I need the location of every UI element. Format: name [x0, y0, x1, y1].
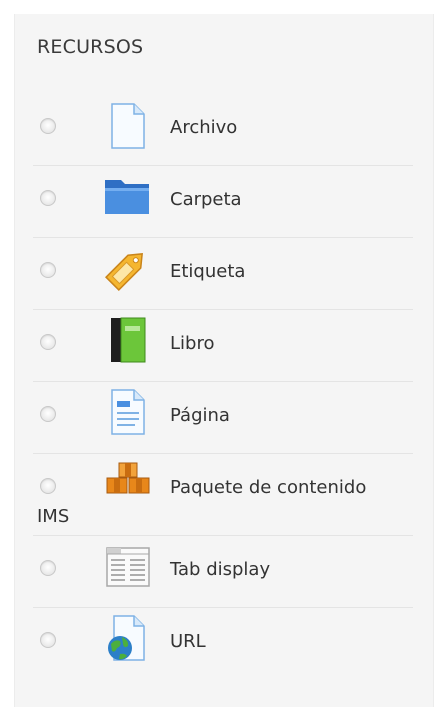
- resource-label: Carpeta: [170, 189, 242, 210]
- resources-panel: RECURSOS Archivo Carpeta Etiqueta Libro …: [14, 14, 434, 707]
- resource-option-url[interactable]: URL: [33, 608, 413, 680]
- section-title: RECURSOS: [37, 36, 144, 58]
- radio-button[interactable]: [40, 262, 56, 278]
- radio-button[interactable]: [40, 560, 56, 576]
- radio-button[interactable]: [40, 632, 56, 648]
- resource-label: URL: [170, 631, 206, 652]
- resource-option-tab-display[interactable]: Tab display: [33, 536, 413, 608]
- resource-option-archivo[interactable]: Archivo: [33, 94, 413, 166]
- tag-icon: [103, 243, 153, 293]
- page-icon: [103, 387, 153, 437]
- resource-label: Paquete de contenido: [170, 477, 367, 498]
- resource-option-etiqueta[interactable]: Etiqueta: [33, 238, 413, 310]
- resource-label-continuation: IMS: [37, 506, 70, 527]
- resource-label: Libro: [170, 333, 215, 354]
- file-icon: [103, 101, 153, 151]
- radio-button[interactable]: [40, 118, 56, 134]
- resource-label: Página: [170, 405, 230, 426]
- radio-button[interactable]: [40, 334, 56, 350]
- radio-button[interactable]: [40, 190, 56, 206]
- radio-button[interactable]: [40, 478, 56, 494]
- resource-option-paquete-ims[interactable]: Paquete de contenido IMS: [33, 454, 413, 536]
- resource-label: Tab display: [170, 559, 271, 580]
- resource-label: Etiqueta: [170, 261, 246, 282]
- resource-option-carpeta[interactable]: Carpeta: [33, 166, 413, 238]
- book-icon: [103, 315, 153, 365]
- radio-button[interactable]: [40, 406, 56, 422]
- folder-icon: [103, 171, 153, 221]
- url-icon: [103, 613, 153, 663]
- tab-display-icon: [103, 543, 153, 593]
- resource-option-pagina[interactable]: Página: [33, 382, 413, 454]
- resource-label: Archivo: [170, 117, 238, 138]
- resource-option-libro[interactable]: Libro: [33, 310, 413, 382]
- package-icon: [103, 459, 153, 509]
